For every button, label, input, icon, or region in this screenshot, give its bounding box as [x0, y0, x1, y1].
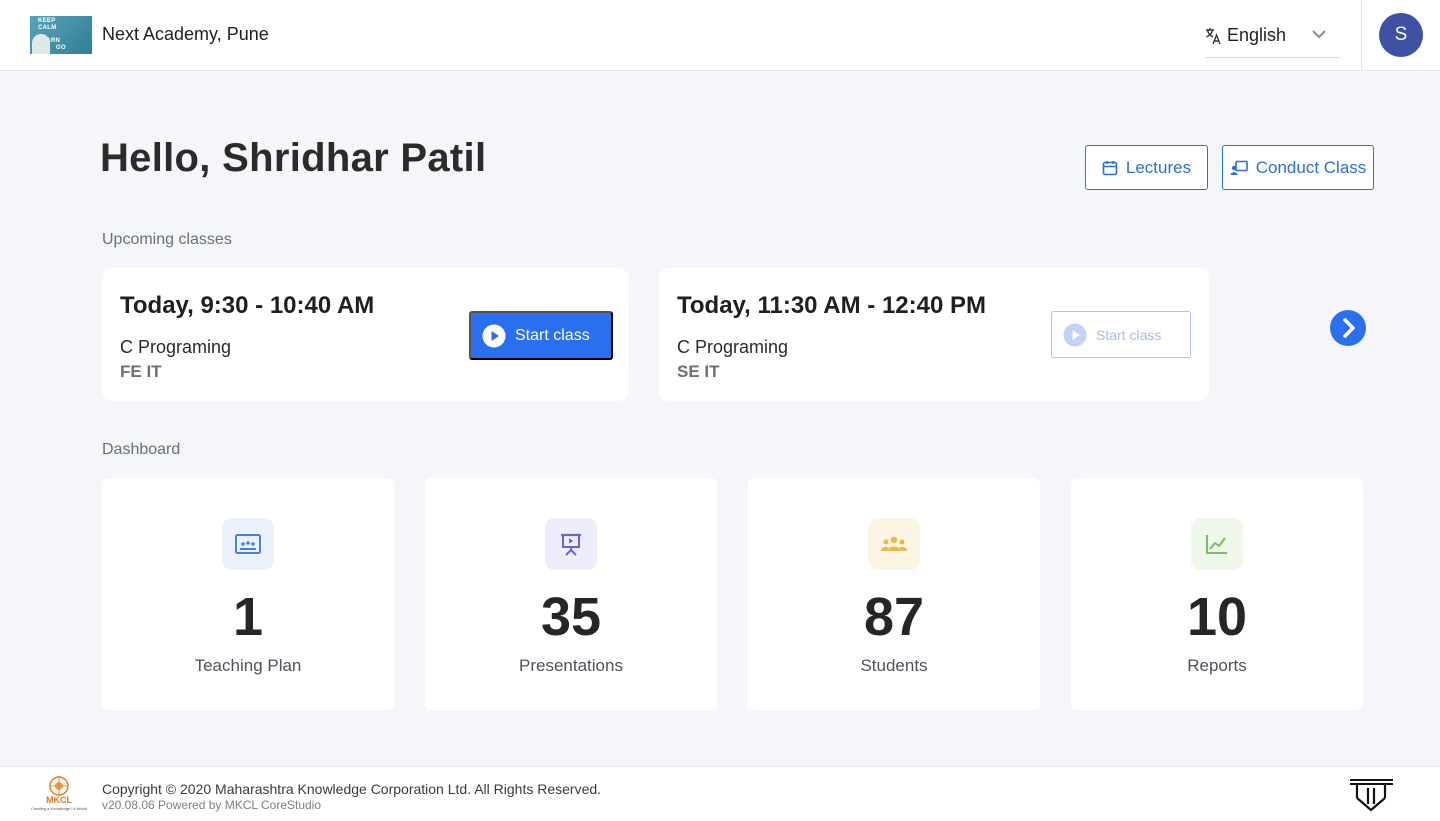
- upcoming-classes-heading: Upcoming classes: [102, 231, 232, 248]
- mkcl-tagline: Creating a Knowledge Lit World: [30, 806, 88, 811]
- lectures-label: Lectures: [1125, 157, 1192, 177]
- dashboard-tile-teaching-plan[interactable]: 1 Teaching Plan: [102, 478, 394, 710]
- play-icon: [1063, 323, 1087, 346]
- next-classes-button[interactable]: [1330, 310, 1366, 346]
- corestudio-logo-icon: [1350, 779, 1393, 812]
- presentation-icon: [545, 518, 597, 570]
- mkcl-logo: MKCL Creating a Knowledge Lit World: [30, 775, 88, 815]
- class-group: SE IT: [677, 362, 720, 381]
- dashboard-tile-reports[interactable]: 10 Reports: [1071, 478, 1363, 710]
- chevron-right-icon: [1343, 318, 1355, 338]
- mkcl-brand: MKCL: [46, 795, 72, 805]
- teaching-plan-icon: [222, 518, 274, 570]
- tile-label: Presentations: [519, 656, 623, 675]
- language-select[interactable]: English: [1205, 17, 1340, 58]
- translate-icon: [1206, 28, 1221, 45]
- class-group: FE IT: [120, 362, 162, 381]
- language-label: English: [1227, 25, 1287, 45]
- start-class-button[interactable]: Start class: [469, 311, 613, 360]
- tile-label: Reports: [1187, 656, 1247, 675]
- dashboard-tile-presentations[interactable]: 35 Presentations: [425, 478, 717, 710]
- dashboard-tile-students[interactable]: 87 Students: [748, 478, 1040, 710]
- start-class-label: Start class: [1096, 326, 1162, 343]
- class-time: Today, 9:30 - 10:40 AM: [120, 292, 375, 319]
- chevron-down-icon: [1312, 30, 1326, 39]
- class-time: Today, 11:30 AM - 12:40 PM: [677, 292, 986, 319]
- top-bar: KEEP CALM and LEARN GO Next Academy, Pun…: [0, 0, 1440, 71]
- class-subject: C Programing: [120, 337, 232, 357]
- logo-line: KEEP: [38, 18, 56, 24]
- students-icon: [868, 518, 920, 570]
- tile-value: 87: [863, 587, 925, 647]
- tile-value: 10: [1186, 587, 1248, 647]
- logo-line: CALM: [38, 25, 57, 31]
- play-icon: [482, 324, 506, 347]
- avatar[interactable]: S: [1379, 13, 1423, 57]
- class-card: Today, 11:30 AM - 12:40 PM C Programing …: [659, 268, 1209, 401]
- class-subject: C Programing: [677, 337, 789, 357]
- conduct-class-icon: [1230, 160, 1248, 175]
- conduct-class-label: Conduct Class: [1255, 157, 1367, 177]
- conduct-class-button[interactable]: Conduct Class: [1222, 145, 1374, 190]
- tile-label: Teaching Plan: [194, 656, 302, 675]
- start-class-label: Start class: [515, 326, 590, 344]
- header-divider: [1361, 0, 1362, 71]
- org-name: Next Academy, Pune: [102, 24, 269, 44]
- mkcl-emblem-icon: [49, 776, 69, 796]
- footer: MKCL Creating a Knowledge Lit World Copy…: [0, 766, 1440, 821]
- page-title: Hello, Shridhar Patil: [100, 136, 487, 180]
- class-card: Today, 9:30 - 10:40 AM C Programing FE I…: [102, 268, 628, 401]
- tile-value: 1: [232, 587, 264, 647]
- tile-label: Students: [860, 656, 928, 675]
- logo-line: GO: [56, 45, 66, 51]
- lectures-button[interactable]: Lectures: [1085, 145, 1208, 190]
- version-text: v20.08.06 Powered by MKCL CoreStudio: [102, 798, 322, 812]
- tile-value: 35: [540, 587, 602, 647]
- copyright-text: Copyright © 2020 Maharashtra Knowledge C…: [102, 781, 602, 797]
- logo-figure: [32, 34, 50, 54]
- reports-icon: [1191, 518, 1243, 570]
- start-class-button-disabled[interactable]: Start class: [1051, 311, 1191, 358]
- calendar-icon: [1102, 160, 1118, 175]
- institute-logo[interactable]: KEEP CALM and LEARN GO: [30, 16, 92, 54]
- dashboard-heading: Dashboard: [102, 441, 181, 458]
